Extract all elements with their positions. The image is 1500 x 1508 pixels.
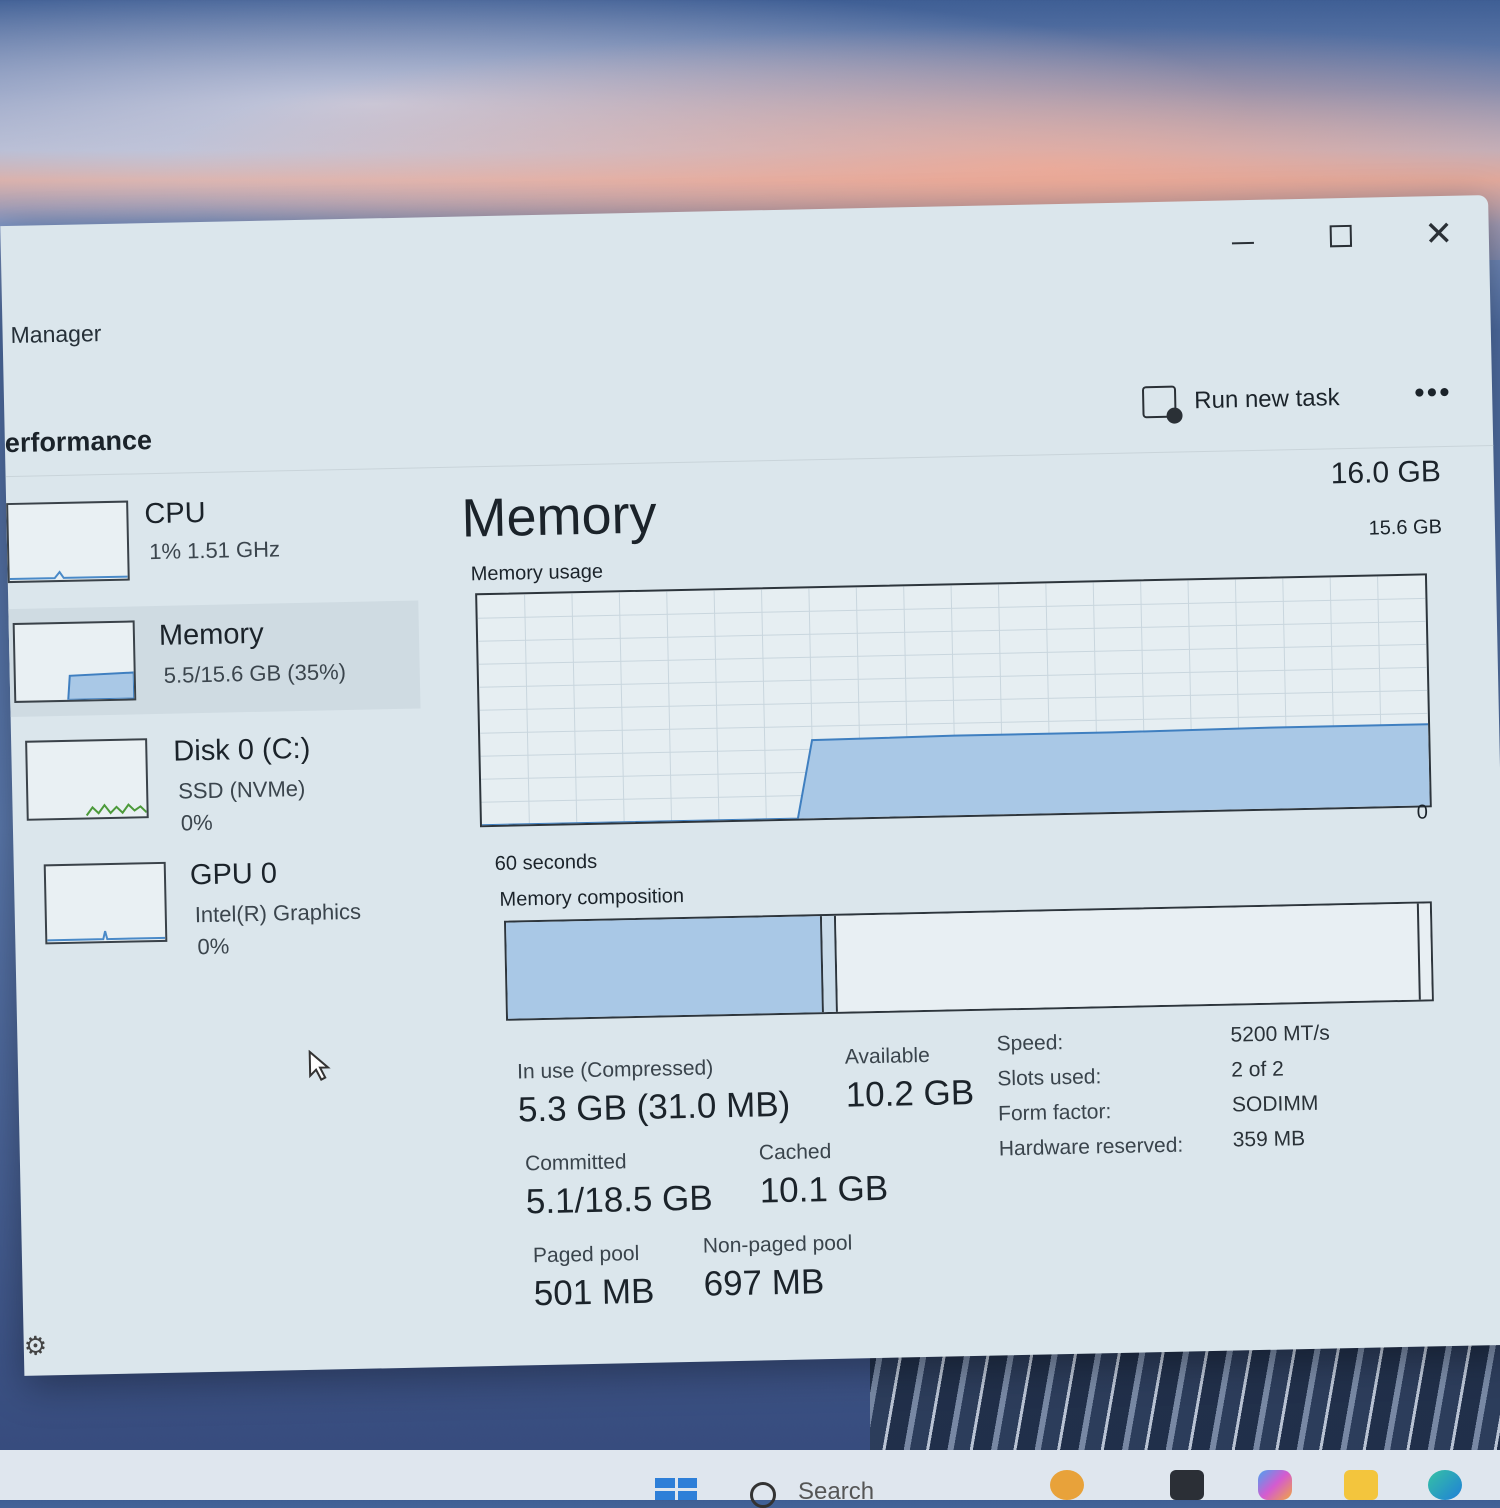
sidebar-item-label: Memory bbox=[158, 617, 264, 652]
memory-thumbnail-graph bbox=[12, 620, 137, 703]
copilot-icon[interactable] bbox=[1258, 1470, 1292, 1500]
file-explorer-icon[interactable] bbox=[1344, 1470, 1378, 1500]
mouse-cursor-icon bbox=[308, 1049, 331, 1081]
disk-mini-chart bbox=[85, 803, 148, 817]
edge-browser-icon[interactable] bbox=[1428, 1470, 1462, 1500]
stat-cached: Cached 10.1 GB bbox=[759, 1139, 889, 1212]
spec-form-label: Form factor: bbox=[997, 1100, 1112, 1126]
more-options-button[interactable]: ••• bbox=[1414, 376, 1452, 411]
stat-label: Available bbox=[844, 1043, 930, 1069]
spec-form-value: SODIMM bbox=[1231, 1091, 1319, 1117]
disk-thumbnail-graph bbox=[25, 738, 149, 821]
sidebar-item-label: GPU 0 bbox=[189, 857, 278, 892]
stat-label: Cached bbox=[758, 1139, 832, 1165]
usage-graph-label: Memory usage bbox=[470, 560, 604, 586]
run-task-icon bbox=[1141, 385, 1177, 419]
composition-in-use-segment bbox=[506, 916, 825, 1019]
spec-reserved-value: 359 MB bbox=[1232, 1127, 1306, 1152]
stat-paged-pool: Paged pool 501 MB bbox=[533, 1242, 655, 1315]
spec-slots-value: 2 of 2 bbox=[1231, 1057, 1285, 1082]
spec-values: 5200 MT/s 2 of 2 SODIMM 359 MB bbox=[1230, 1016, 1332, 1158]
memory-total: 16.0 GB bbox=[1330, 455, 1442, 491]
maximize-button[interactable] bbox=[1320, 216, 1361, 257]
title-bar: Manager ✕ bbox=[0, 195, 1491, 366]
sidebar-item-detail: Intel(R) Graphics bbox=[194, 898, 362, 928]
stat-value: 5.1/18.5 GB bbox=[525, 1178, 714, 1222]
stat-label: Committed bbox=[524, 1150, 627, 1176]
run-new-task-button[interactable]: Run new task bbox=[1141, 378, 1340, 422]
spec-reserved-label: Hardware reserved: bbox=[998, 1133, 1184, 1161]
sidebar-item-label: CPU bbox=[144, 496, 206, 531]
memory-mini-chart bbox=[67, 671, 136, 701]
stat-value: 10.2 GB bbox=[845, 1072, 975, 1115]
widgets-icon[interactable] bbox=[1050, 1470, 1084, 1500]
stat-available: Available 10.2 GB bbox=[845, 1043, 975, 1116]
sidebar-item-memory[interactable]: Memory 5.5/15.6 GB (35%) bbox=[8, 600, 421, 718]
sidebar-item-utilization: 0% bbox=[197, 933, 230, 960]
stat-in-use: In use (Compressed) 5.3 GB (31.0 MB) bbox=[517, 1055, 791, 1131]
stat-value: 10.1 GB bbox=[759, 1168, 889, 1211]
stat-value: 5.3 GB (31.0 MB) bbox=[517, 1084, 791, 1130]
panel-title: Memory bbox=[460, 484, 658, 549]
gpu-mini-chart bbox=[47, 930, 166, 942]
settings-gear-icon[interactable]: ⚙ bbox=[23, 1330, 47, 1361]
start-button-windows-icon[interactable] bbox=[655, 1478, 697, 1500]
stat-committed: Committed 5.1/18.5 GB bbox=[525, 1148, 713, 1222]
close-icon: ✕ bbox=[1424, 214, 1454, 254]
composition-standby-segment bbox=[836, 903, 1419, 1012]
sidebar-item-cpu[interactable]: CPU 1% 1.51 GHz bbox=[6, 483, 418, 600]
sidebar-item-label: Disk 0 (C:) bbox=[173, 732, 311, 768]
spec-speed-label: Speed: bbox=[996, 1031, 1064, 1056]
spec-speed-value: 5200 MT/s bbox=[1230, 1021, 1330, 1047]
task-manager-window: Manager ✕ erformance Run new task ••• CP… bbox=[0, 195, 1500, 1376]
cpu-thumbnail-graph bbox=[6, 500, 130, 584]
memory-usage-graph bbox=[475, 573, 1432, 828]
minimize-icon bbox=[1231, 241, 1254, 245]
performance-sidebar: CPU 1% 1.51 GHz Memory 5.5/15.6 GB (35%)… bbox=[6, 483, 428, 1091]
search-icon[interactable] bbox=[750, 1482, 776, 1508]
cpu-mini-chart bbox=[9, 570, 128, 581]
minimize-button[interactable] bbox=[1222, 218, 1263, 259]
page-header: erformance Run new task ••• bbox=[4, 374, 1494, 478]
composition-free-segment bbox=[1416, 903, 1432, 1000]
gpu-thumbnail-graph bbox=[43, 861, 168, 945]
usage-graph-max: 15.6 GB bbox=[1368, 516, 1443, 540]
page-title: erformance bbox=[4, 425, 153, 459]
memory-usage-chart bbox=[477, 576, 1430, 826]
sidebar-item-detail: 5.5/15.6 GB (35%) bbox=[163, 659, 347, 688]
stat-label: In use (Compressed) bbox=[516, 1056, 714, 1084]
stat-value: 697 MB bbox=[703, 1262, 825, 1304]
app-title: Manager bbox=[10, 320, 102, 348]
spec-slots-label: Slots used: bbox=[997, 1065, 1102, 1091]
sidebar-item-detail: 1% 1.51 GHz bbox=[148, 536, 281, 565]
taskbar-search-input[interactable]: Search bbox=[798, 1478, 874, 1506]
stat-value: 501 MB bbox=[533, 1271, 655, 1314]
graph-min-label: 0 bbox=[1416, 801, 1429, 824]
run-new-task-label: Run new task bbox=[1193, 384, 1340, 415]
sidebar-item-disk[interactable]: Disk 0 (C:) SSD (NVMe) 0% bbox=[11, 718, 423, 836]
sidebar-item-gpu[interactable]: GPU 0 Intel(R) Graphics 0% bbox=[13, 842, 425, 959]
graph-x-axis-label: 60 seconds bbox=[494, 850, 598, 875]
close-button[interactable]: ✕ bbox=[1418, 214, 1459, 255]
maximize-icon bbox=[1329, 224, 1353, 248]
terminal-icon[interactable] bbox=[1170, 1470, 1204, 1500]
memory-composition-bar bbox=[503, 901, 1434, 1021]
composition-label: Memory composition bbox=[499, 884, 685, 911]
sidebar-item-utilization: 0% bbox=[180, 809, 213, 836]
spec-labels: Speed: Slots used: Form factor: Hardware… bbox=[996, 1023, 1183, 1167]
stat-nonpaged-pool: Non-paged pool 697 MB bbox=[703, 1232, 854, 1305]
sidebar-item-detail: SSD (NVMe) bbox=[177, 775, 306, 804]
stat-label: Non-paged pool bbox=[702, 1231, 853, 1258]
stat-label: Paged pool bbox=[532, 1242, 640, 1268]
